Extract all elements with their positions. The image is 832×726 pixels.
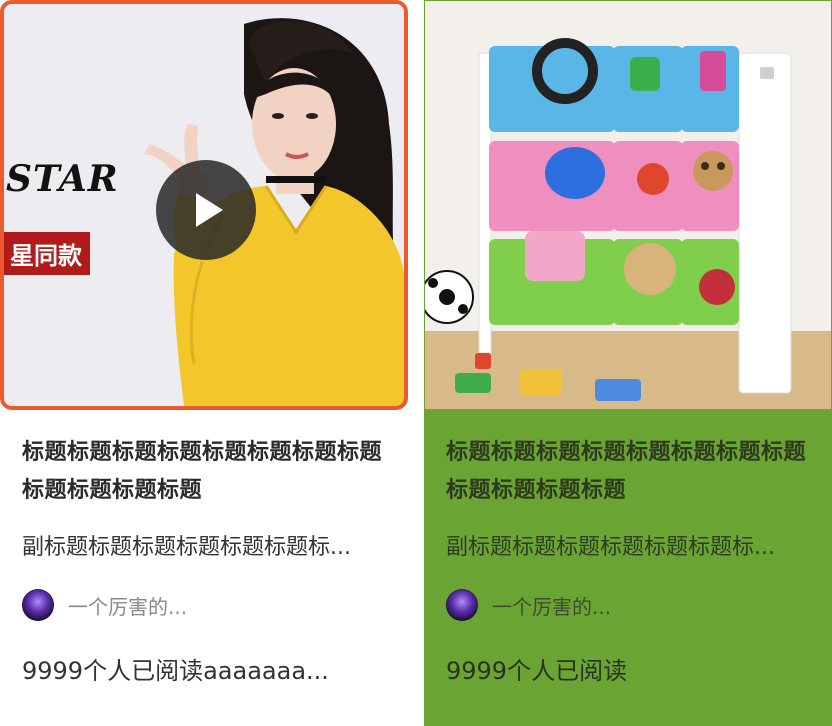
author-row[interactable]: 一个厉害的...: [22, 588, 187, 622]
card-subtitle: 副标题标题标题标题标题标题标...: [22, 535, 351, 560]
read-count: 9999个人已阅读aaaaaaa...: [22, 657, 329, 685]
author-name[interactable]: 一个厉害的...: [68, 591, 187, 620]
overlay-brand-text: STAR: [6, 158, 119, 200]
article-card[interactable]: 标题标题标题标题标题标题标题标题标题标题标题标题 副标题标题标题标题标题标题标.…: [424, 0, 832, 726]
author-name[interactable]: 一个厉害的...: [492, 591, 611, 620]
avatar[interactable]: [22, 589, 54, 621]
play-button[interactable]: [156, 160, 256, 260]
card-title[interactable]: 标题标题标题标题标题标题标题标题标题标题标题标题: [446, 434, 818, 510]
video-thumbnail[interactable]: STAR 星同款: [0, 0, 408, 410]
article-card[interactable]: STAR 星同款 标题标题标题标题标题标题标题标题标题标题标题标题 副标题标题标…: [0, 0, 408, 726]
card-grid: STAR 星同款 标题标题标题标题标题标题标题标题标题标题标题标题 副标题标题标…: [0, 0, 832, 726]
avatar[interactable]: [446, 589, 478, 621]
card-subtitle: 副标题标题标题标题标题标题标...: [446, 535, 775, 560]
card-title[interactable]: 标题标题标题标题标题标题标题标题标题标题标题标题: [22, 434, 394, 510]
read-count: 9999个人已阅读: [446, 657, 628, 685]
article-thumbnail[interactable]: [424, 0, 832, 410]
overlay-tag: 星同款: [4, 232, 90, 275]
author-row[interactable]: 一个厉害的...: [446, 588, 611, 622]
thumbnail-illustration: [425, 1, 831, 409]
play-icon: [196, 193, 223, 227]
